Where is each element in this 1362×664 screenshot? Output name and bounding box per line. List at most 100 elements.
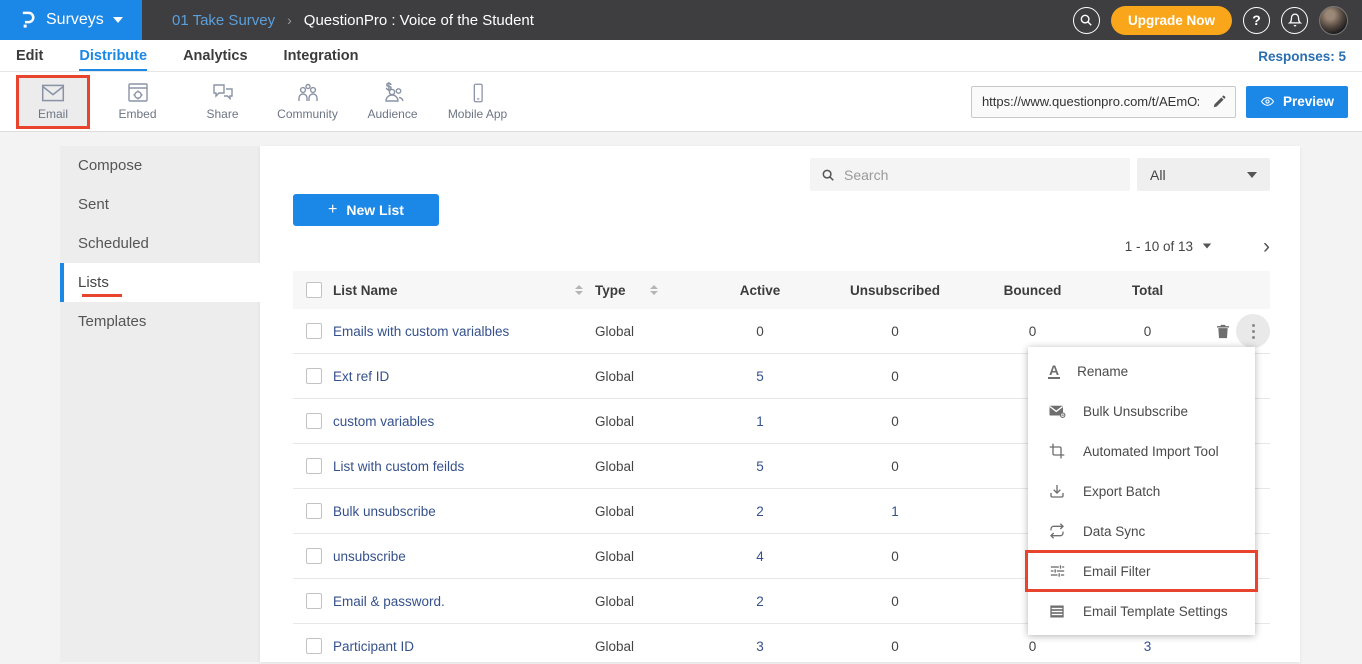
list-name-link[interactable]: List with custom feilds — [333, 459, 464, 474]
list-searchbox — [810, 158, 1130, 191]
channel-label: Share — [206, 107, 238, 121]
row-checkbox[interactable] — [306, 458, 322, 474]
channel-email[interactable]: Email — [16, 75, 90, 129]
search-button[interactable] — [1073, 7, 1100, 34]
row-checkbox[interactable] — [306, 638, 322, 654]
menu-item-data-sync[interactable]: Data Sync — [1028, 511, 1255, 551]
row-menu-button[interactable] — [1236, 314, 1270, 348]
menu-item-email-filter[interactable]: Email Filter — [1028, 551, 1255, 591]
eye-icon — [1260, 95, 1275, 108]
sidebar-item-lists[interactable]: Lists — [60, 263, 260, 302]
filter-dropdown[interactable]: All — [1137, 158, 1270, 191]
next-page-button[interactable]: › — [1263, 236, 1270, 257]
row-checkbox[interactable] — [306, 368, 322, 384]
list-name-link[interactable]: Bulk unsubscribe — [333, 504, 436, 519]
unsubscribed-count[interactable]: 0 — [820, 594, 970, 609]
menu-item-email-template-settings[interactable]: Email Template Settings — [1028, 591, 1255, 631]
active-count[interactable]: 3 — [700, 639, 820, 654]
breadcrumb-current: QuestionPro : Voice of the Student — [304, 12, 534, 29]
sidebar-item-templates[interactable]: Templates — [60, 302, 260, 341]
row-checkbox[interactable] — [306, 323, 322, 339]
menu-item-automated-import-tool[interactable]: Automated Import Tool — [1028, 431, 1255, 471]
channel-label: Embed — [118, 107, 156, 121]
sidebar-item-scheduled[interactable]: Scheduled — [60, 224, 260, 263]
tab-edit[interactable]: Edit — [16, 48, 43, 71]
menu-item-export-batch[interactable]: Export Batch — [1028, 471, 1255, 511]
new-list-label: New List — [346, 202, 404, 218]
row-checkbox[interactable] — [306, 548, 322, 564]
channel-embed[interactable]: Embed — [95, 72, 180, 131]
preview-button[interactable]: Preview — [1246, 86, 1348, 118]
unsubscribed-count[interactable]: 0 — [820, 369, 970, 384]
menu-item-bulk-unsubscribe[interactable]: Bulk Unsubscribe — [1028, 391, 1255, 431]
channel-community[interactable]: Community — [265, 72, 350, 131]
distribute-toolbar: Email Embed Share Community $ Audience M… — [0, 72, 1362, 132]
pagination-range[interactable]: 1 - 10 of 13 — [1125, 239, 1193, 254]
active-count[interactable]: 1 — [700, 414, 820, 429]
active-count[interactable]: 5 — [700, 369, 820, 384]
sidebar-item-sent[interactable]: Sent — [60, 185, 260, 224]
tab-integration[interactable]: Integration — [284, 48, 359, 71]
unsubscribed-count[interactable]: 0 — [820, 549, 970, 564]
active-count[interactable]: 2 — [700, 504, 820, 519]
total-count[interactable]: 0 — [1095, 324, 1200, 339]
unsubscribed-count[interactable]: 0 — [820, 414, 970, 429]
list-type: Global — [595, 369, 700, 384]
tab-analytics[interactable]: Analytics — [183, 48, 247, 71]
unsubscribed-count[interactable]: 1 — [820, 504, 970, 519]
notifications-button[interactable] — [1281, 7, 1308, 34]
active-count[interactable]: 5 — [700, 459, 820, 474]
responses-count[interactable]: Responses: 5 — [1258, 49, 1346, 71]
kebab-icon — [1252, 322, 1255, 340]
list-name-link[interactable]: Participant ID — [333, 639, 414, 654]
active-count[interactable]: 2 — [700, 594, 820, 609]
unsubscribed-count[interactable]: 0 — [820, 639, 970, 654]
column-unsubscribed: Unsubscribed — [820, 283, 970, 298]
list-name-link[interactable]: unsubscribe — [333, 549, 406, 564]
unsubscribed-count[interactable]: 0 — [820, 324, 970, 339]
active-count[interactable]: 4 — [700, 549, 820, 564]
bounced-count[interactable]: 0 — [970, 324, 1095, 339]
active-count[interactable]: 0 — [700, 324, 820, 339]
row-checkbox[interactable] — [306, 593, 322, 609]
total-count[interactable]: 3 — [1095, 639, 1200, 654]
list-name-link[interactable]: Ext ref ID — [333, 369, 389, 384]
survey-url-input[interactable] — [972, 94, 1203, 109]
row-checkbox[interactable] — [306, 503, 322, 519]
list-name-link[interactable]: custom variables — [333, 414, 434, 429]
avatar[interactable] — [1319, 6, 1348, 35]
survey-url-box — [971, 86, 1236, 118]
delete-list-button[interactable] — [1215, 323, 1231, 340]
edit-url-button[interactable] — [1203, 95, 1235, 109]
list-name-link[interactable]: Emails with custom varialbles — [333, 324, 509, 339]
channel-mobile-app[interactable]: Mobile App — [435, 72, 520, 131]
tab-distribute[interactable]: Distribute — [79, 48, 147, 71]
channel-label: Audience — [367, 107, 417, 121]
help-button[interactable]: ? — [1243, 7, 1270, 34]
list-name-link[interactable]: Email & password. — [333, 594, 445, 609]
new-list-button[interactable]: + New List — [293, 194, 439, 226]
channel-share[interactable]: Share — [180, 72, 265, 131]
column-list-name[interactable]: List Name — [333, 283, 398, 298]
sort-icon[interactable] — [650, 285, 658, 295]
sidebar-item-compose[interactable]: Compose — [60, 146, 260, 185]
upgrade-button[interactable]: Upgrade Now — [1111, 6, 1232, 35]
data-sync-icon — [1048, 523, 1066, 539]
menu-item-rename[interactable]: A Rename — [1028, 351, 1255, 391]
column-bounced: Bounced — [970, 283, 1095, 298]
preview-label: Preview — [1283, 94, 1334, 109]
survey-nav: Edit Distribute Analytics Integration Re… — [0, 40, 1362, 72]
app-logo[interactable]: Surveys — [0, 0, 142, 40]
bounced-count[interactable]: 0 — [970, 639, 1095, 654]
breadcrumb-survey-link[interactable]: 01 Take Survey — [172, 12, 275, 29]
chevron-down-icon[interactable] — [1203, 243, 1212, 248]
list-search-input[interactable] — [844, 167, 1119, 183]
sort-icon[interactable] — [575, 285, 583, 295]
questionpro-logo-icon — [17, 10, 37, 30]
chevron-right-icon: › — [287, 12, 292, 28]
row-checkbox[interactable] — [306, 413, 322, 429]
column-type[interactable]: Type — [595, 283, 626, 298]
unsubscribed-count[interactable]: 0 — [820, 459, 970, 474]
select-all-checkbox[interactable] — [306, 282, 322, 298]
channel-audience[interactable]: $ Audience — [350, 72, 435, 131]
